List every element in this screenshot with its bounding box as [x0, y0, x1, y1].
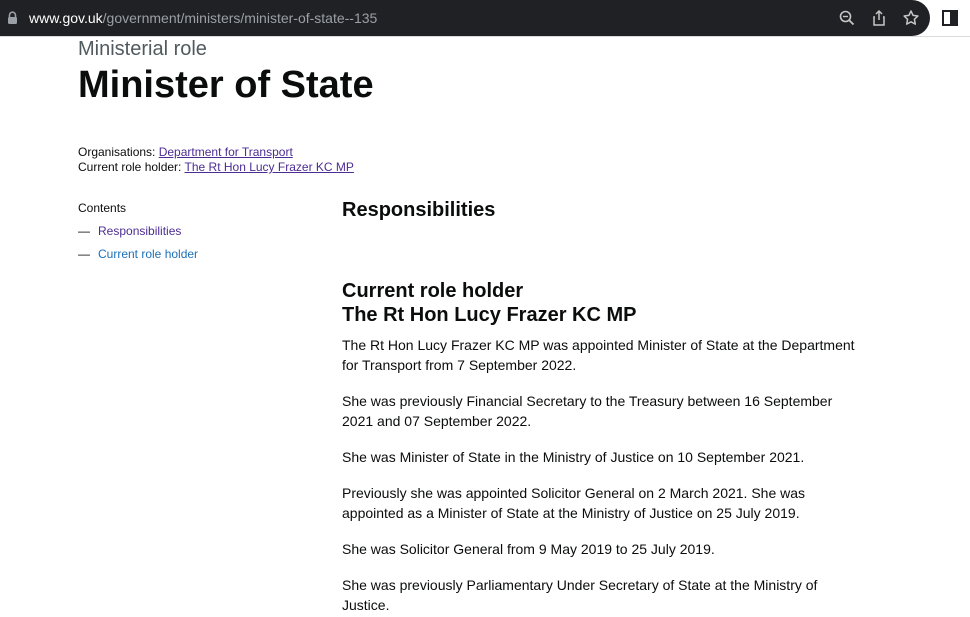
- contents-list: Contents — Responsibilities — Current ro…: [78, 201, 318, 270]
- lock-icon: [8, 11, 17, 24]
- url-domain: www.gov.uk: [29, 10, 103, 26]
- share-icon[interactable]: [870, 9, 888, 27]
- url-path: /government/ministers/minister-of-state-…: [102, 10, 378, 26]
- biography-paragraph: She was previously Parliamentary Under S…: [342, 577, 818, 613]
- page-caption: Ministerial role: [78, 38, 207, 60]
- contents-dash: —: [78, 247, 90, 261]
- page-title: Minister of State: [78, 64, 374, 106]
- biography-paragraph: Previously she was appointed Solicitor G…: [342, 485, 806, 521]
- contents-link-current-role-holder[interactable]: Current role holder: [98, 247, 198, 262]
- contents-dash: —: [78, 224, 90, 238]
- biography-paragraph: She was previously Financial Secretary t…: [342, 393, 833, 429]
- role-holder-label: Current role holder:: [78, 160, 182, 174]
- current-role-holder-heading: Current role holder The Rt Hon Lucy Fraz…: [342, 279, 862, 327]
- contents-link-responsibilities[interactable]: Responsibilities: [98, 224, 181, 239]
- browser-toolbar: www.gov.uk/government/ministers/minister…: [0, 0, 970, 37]
- main-content: Responsibilities Current role holder The…: [342, 196, 862, 615]
- holder-name: The Rt Hon Lucy Frazer KC MP: [342, 304, 637, 326]
- url-text[interactable]: www.gov.uk/government/ministers/minister…: [29, 9, 377, 27]
- role-holder-row: Current role holder: The Rt Hon Lucy Fra…: [78, 160, 354, 175]
- star-icon[interactable]: [902, 9, 920, 27]
- contents-item-responsibilities: — Responsibilities: [78, 224, 318, 239]
- biography-paragraph: She was Solicitor General from 9 May 201…: [342, 541, 715, 557]
- organisations-row: Organisations: Department for Transport: [78, 145, 354, 160]
- contents-title: Contents: [78, 201, 127, 215]
- side-panel-icon[interactable]: [942, 10, 958, 26]
- biography-paragraph: She was Minister of State in the Ministr…: [342, 449, 805, 465]
- biography-paragraph: The Rt Hon Lucy Frazer KC MP was appoint…: [342, 337, 855, 373]
- zoom-icon[interactable]: [838, 9, 856, 27]
- organisation-link[interactable]: Department for Transport: [159, 145, 293, 159]
- current-holder-title: Current role holder: [342, 280, 524, 302]
- contents-item-current-role-holder: — Current role holder: [78, 247, 318, 262]
- organisations-label: Organisations:: [78, 145, 156, 159]
- responsibilities-heading: Responsibilities: [342, 199, 496, 221]
- address-bar[interactable]: www.gov.uk/government/ministers/minister…: [0, 0, 930, 36]
- role-metadata: Organisations: Department for Transport …: [78, 145, 354, 175]
- role-holder-link[interactable]: The Rt Hon Lucy Frazer KC MP: [185, 160, 354, 174]
